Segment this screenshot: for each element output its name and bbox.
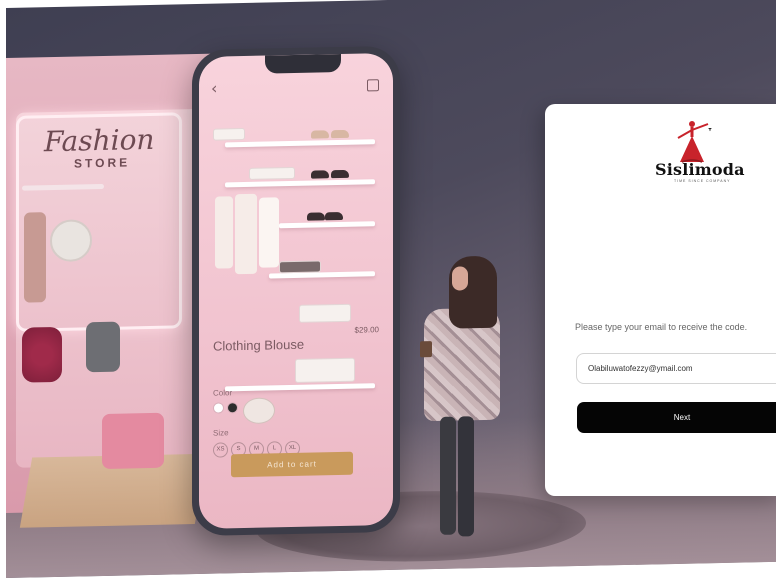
- brand-name: Sislimoda: [655, 160, 745, 179]
- shoe: [311, 130, 329, 139]
- backpack-grey: [86, 321, 120, 373]
- phone-notch: [265, 53, 341, 74]
- size-label: Size: [213, 428, 229, 438]
- hanging-garment: [259, 197, 279, 268]
- color-swatch[interactable]: [213, 402, 224, 414]
- folded-clothes: [299, 303, 351, 323]
- store-sign-subtitle: STORE: [74, 155, 131, 171]
- brand-tagline: TIME SINCE COMPANY: [674, 179, 731, 183]
- coffee-cup: [420, 341, 432, 358]
- backpack-red: [22, 326, 62, 383]
- shoe: [325, 211, 343, 221]
- size-option[interactable]: XS: [213, 442, 228, 458]
- shelf: [225, 383, 375, 392]
- product-price: $29.00: [354, 325, 379, 335]
- folded-clothes: [279, 260, 321, 274]
- shopping-bag-icon: [367, 79, 379, 92]
- screenshot-canvas: Fashion STORE ‹ $29.00 Clothing Blouse C…: [0, 0, 776, 585]
- folded-clothes: [295, 357, 355, 383]
- pink-stool: [102, 412, 164, 469]
- woman-leg: [440, 416, 456, 535]
- dervish-logo-icon: [677, 121, 712, 163]
- hanging-coat: [24, 212, 46, 303]
- basket: [243, 397, 275, 425]
- next-button[interactable]: Next: [577, 402, 776, 433]
- phone-screen: ‹ $29.00 Clothing Blouse Color Size XS S…: [199, 52, 393, 529]
- add-to-cart-button[interactable]: Add to cart: [231, 451, 353, 478]
- color-label: Color: [213, 388, 233, 398]
- folded-clothes: [213, 127, 245, 141]
- color-swatch[interactable]: [227, 402, 238, 414]
- back-arrow-icon: ‹: [211, 78, 218, 98]
- folded-clothes: [249, 166, 295, 180]
- woman-face: [452, 266, 468, 291]
- shelf: [225, 139, 375, 148]
- email-prompt: Please type your email to receive the co…: [575, 322, 748, 332]
- hanging-garment: [235, 193, 257, 275]
- product-title: Clothing Blouse: [213, 336, 305, 354]
- woman-leg: [458, 416, 474, 537]
- shoe: [331, 169, 349, 179]
- shoe: [311, 170, 329, 179]
- phone-mockup: ‹ $29.00 Clothing Blouse Color Size XS S…: [192, 45, 400, 537]
- shoe: [331, 129, 349, 139]
- hanging-garment: [215, 196, 233, 269]
- shelf: [225, 179, 375, 188]
- email-field[interactable]: Olabiluwatofezzy@ymail.com: [576, 353, 776, 384]
- shelf: [279, 221, 375, 229]
- store-sign-title: Fashion: [44, 122, 155, 159]
- shoe: [307, 212, 325, 221]
